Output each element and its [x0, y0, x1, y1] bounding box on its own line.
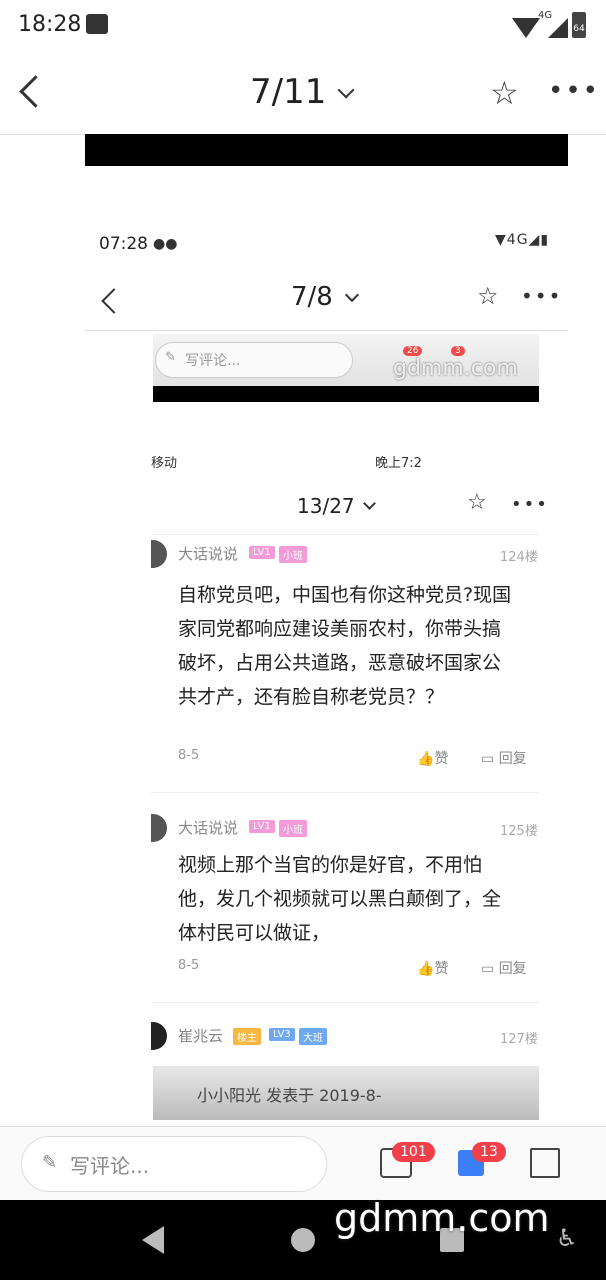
class-tag: 小班: [279, 820, 307, 837]
inner-chevron-down-icon: [344, 287, 360, 303]
inner-status-time: 07:28: [99, 234, 148, 254]
like-label: 赞: [434, 751, 449, 767]
comment-date: 8-5: [178, 748, 200, 763]
reply-action: ▭ 回复: [481, 748, 527, 768]
level-tag: LV1: [249, 546, 275, 559]
thumb-up-icon: 👍: [417, 751, 435, 767]
inner-divider: [85, 330, 568, 331]
share-icon[interactable]: [530, 1148, 560, 1178]
like-count-badge[interactable]: 13: [472, 1142, 506, 1162]
inner-status-icons: ▼4G◢▮: [495, 232, 550, 248]
comment-user: 大话说说: [178, 545, 239, 563]
floor-number: 125楼: [500, 824, 538, 839]
reply-action: ▭ 回复: [481, 958, 527, 978]
thumb-up-icon: 👍: [417, 961, 435, 977]
nested-star-icon: ☆: [467, 490, 487, 515]
accessibility-icon[interactable]: ♿: [556, 1224, 578, 1252]
battery-icon: 64: [572, 12, 586, 38]
inner-page-indicator: 7/8: [291, 282, 333, 312]
nested-more-icon: •••: [511, 494, 549, 515]
inner-star-icon: ☆: [477, 282, 499, 310]
class-tag: 小班: [279, 546, 307, 563]
inner-comment-placeholder: 写评论...: [185, 353, 241, 369]
floor-number: 127楼: [500, 1032, 538, 1047]
nested-page-indicator: 13/27: [297, 494, 355, 518]
nested-carrier: 移动: [151, 456, 178, 471]
wifi-icon: [512, 18, 540, 38]
comment-user: 大话说说: [178, 819, 239, 837]
more-icon[interactable]: •••: [548, 76, 600, 106]
inner-more-icon: •••: [521, 284, 563, 308]
floor-number: 124楼: [500, 550, 538, 565]
inner-comment-bar: ✎ 写评论... 26 3 gdmm.com: [153, 334, 539, 402]
level-tag: LV1: [249, 820, 275, 833]
like-action: 👍赞: [417, 958, 448, 978]
inner-network-label: 4G: [506, 232, 529, 248]
inner-like-badge: 3: [451, 346, 465, 356]
comment-count-badge[interactable]: 101: [392, 1142, 435, 1162]
avatar: [151, 1022, 167, 1050]
level-tag: LV3: [269, 1028, 295, 1041]
inner-nav-bar: [153, 386, 539, 402]
reply-icon: ▭: [481, 751, 495, 767]
op-tag: 楼主: [233, 1028, 261, 1045]
inner-watermark: gdmm.com: [393, 356, 518, 381]
pencil-icon: ✎: [42, 1152, 58, 1173]
image-notification-icon: [86, 14, 108, 34]
status-bar: 18:28 4G 64: [0, 0, 606, 54]
class-tag: 大班: [299, 1028, 327, 1045]
signal-icon: [548, 18, 568, 38]
nested-chevron-down-icon: [363, 497, 376, 510]
comment-placeholder: 写评论...: [70, 1154, 150, 1178]
article-image: 07:28 ●● ▼4G◢▮ 7/8 ☆ ••• ✎ 写评论... 26 3 g…: [85, 134, 568, 1124]
like-label: 赞: [434, 961, 449, 977]
comment-text: 视频上那个当官的你是好官，不用怕他，发几个视频就可以黑白颠倒了，全体村民可以做证…: [178, 854, 502, 944]
avatar: [151, 814, 167, 842]
comment-user: 崔兆云: [178, 1027, 224, 1045]
image-top-nav-bar: [85, 134, 568, 166]
comment-date: 8-5: [178, 958, 200, 973]
nested-divider: [151, 534, 539, 535]
reply-icon: ▭: [481, 961, 495, 977]
wechat-icon: ●●: [153, 236, 178, 252]
inner-back-icon: [101, 288, 127, 314]
site-watermark: gdmm.com: [334, 1196, 550, 1240]
inner-pencil-icon: ✎: [165, 350, 176, 365]
comment-input[interactable]: [21, 1136, 327, 1192]
reply-label: 回复: [498, 961, 527, 977]
page-indicator[interactable]: 7/11: [250, 72, 326, 112]
comment-text: 自称党员吧，中国也有你这种党员?现国家同党都响应建设美丽农村，你带头搞破坏，占用…: [178, 584, 512, 708]
like-action: 👍赞: [417, 748, 448, 768]
system-back-icon[interactable]: [142, 1226, 164, 1254]
comment-separator: [151, 792, 539, 793]
comment-separator: [151, 1002, 539, 1003]
nested-bottom-text: 小小阳光 发表于 2019-8-: [197, 1086, 382, 1105]
reply-label: 回复: [498, 751, 527, 767]
inner-comment-badge: 26: [403, 346, 423, 356]
status-time: 18:28: [18, 12, 82, 37]
nested-status-time: 晚上7:2: [375, 456, 422, 471]
star-icon[interactable]: ☆: [490, 74, 519, 112]
system-home-icon[interactable]: [291, 1228, 315, 1252]
avatar: [151, 540, 167, 568]
